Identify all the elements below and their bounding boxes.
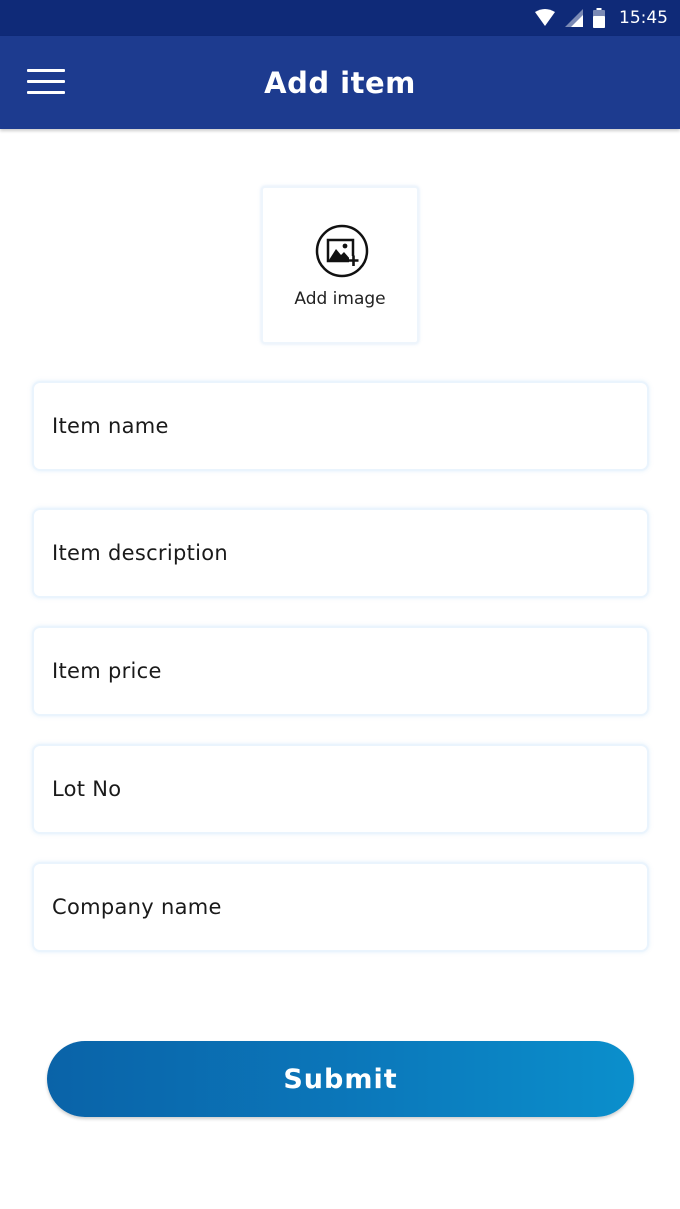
battery-icon <box>593 8 605 28</box>
item-price-field[interactable]: Item price <box>32 626 649 716</box>
app-bar: Add item <box>0 36 680 129</box>
add-image-icon <box>315 224 369 278</box>
lot-no-label: Lot No <box>52 777 122 801</box>
item-price-label: Item price <box>52 659 162 683</box>
company-name-label: Company name <box>52 895 222 919</box>
company-name-field[interactable]: Company name <box>32 862 649 952</box>
add-image-button[interactable]: Add image <box>261 186 419 344</box>
status-time: 15:45 <box>619 8 668 28</box>
page-title: Add item <box>264 66 416 100</box>
signal-icon <box>565 9 583 27</box>
item-description-field[interactable]: Item description <box>32 508 649 598</box>
item-name-field[interactable]: Item name <box>32 381 649 471</box>
item-name-label: Item name <box>52 414 169 438</box>
add-image-label: Add image <box>294 289 386 309</box>
item-description-label: Item description <box>52 541 229 565</box>
wifi-icon <box>535 9 555 27</box>
lot-no-field[interactable]: Lot No <box>32 744 649 834</box>
status-bar: 15:45 <box>0 0 680 36</box>
submit-button[interactable]: Submit <box>47 1041 634 1117</box>
